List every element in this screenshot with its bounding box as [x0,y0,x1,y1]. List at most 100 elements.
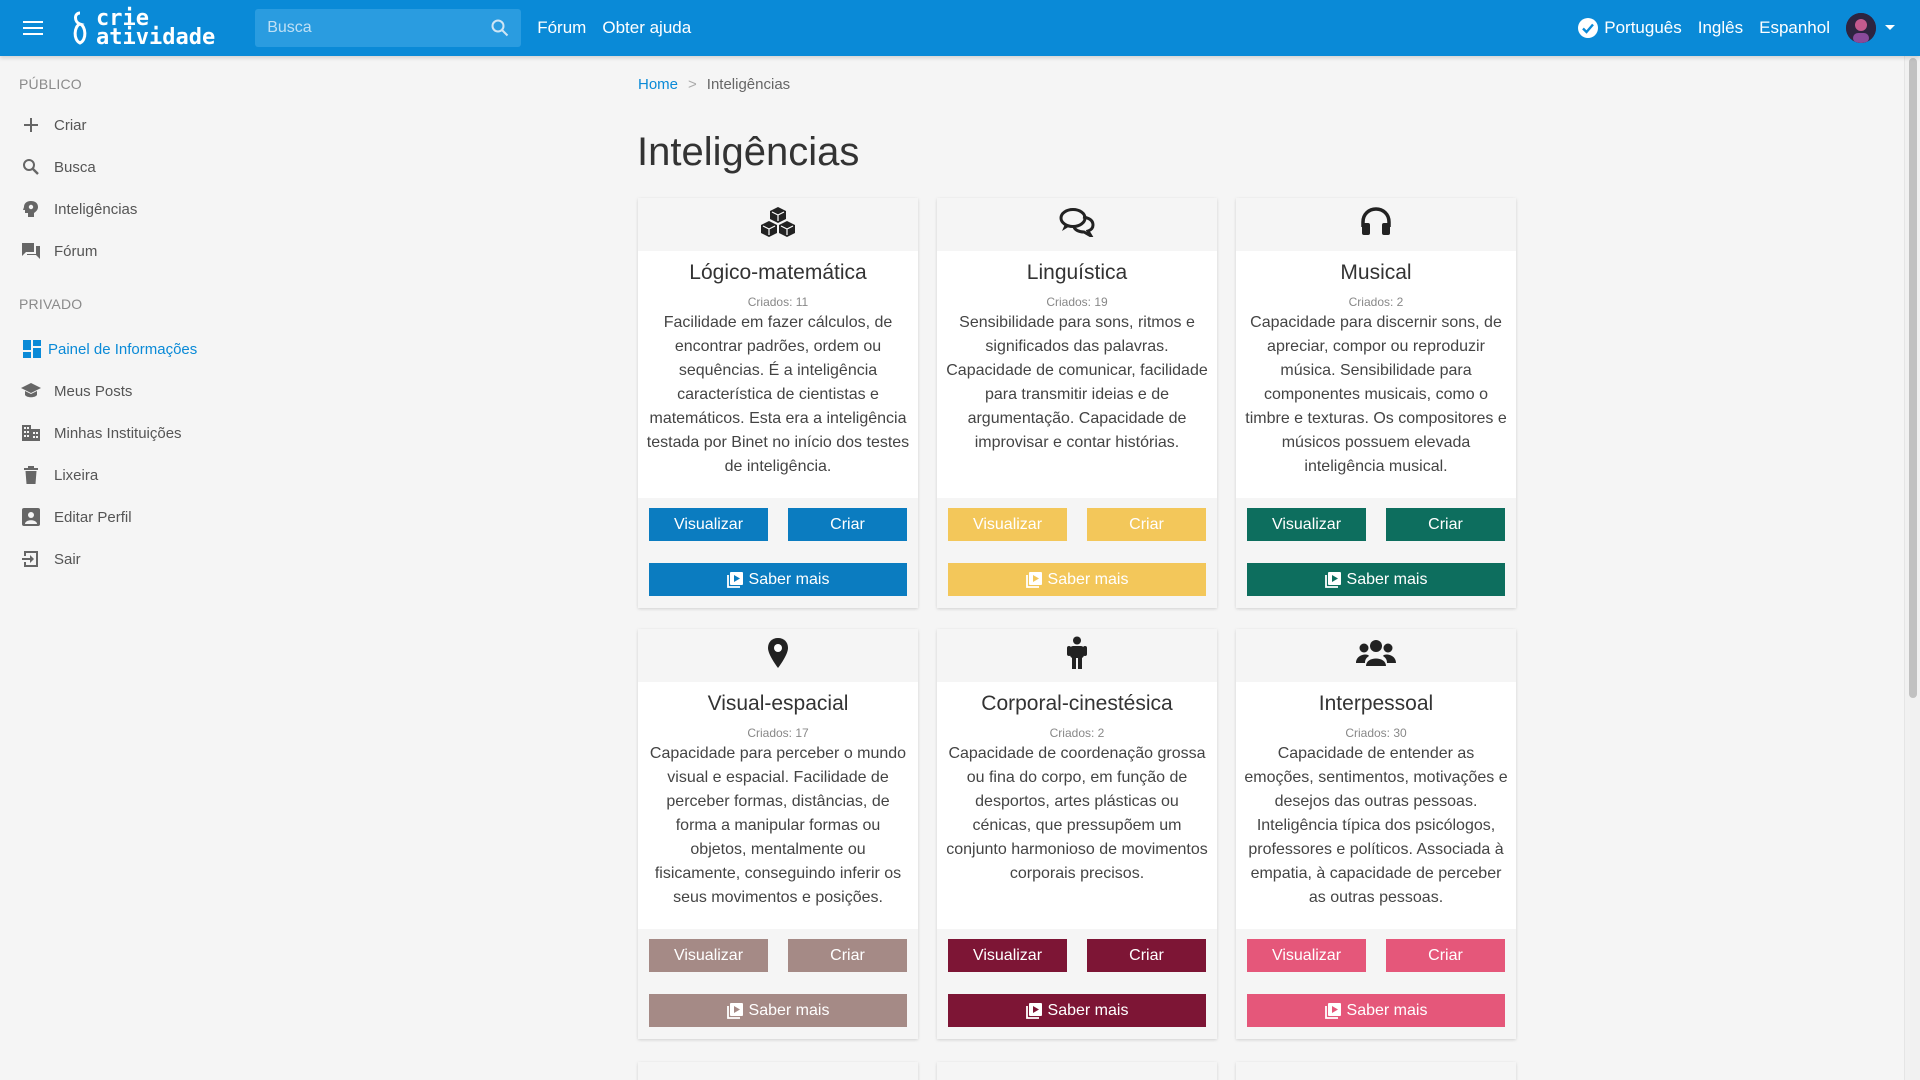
card-description: Facilidade em fazer cálculos, de encontr… [646,314,910,475]
card-partial [937,1062,1217,1080]
video-library-icon [1025,1002,1042,1019]
scrollbar-thumb[interactable] [1909,58,1917,698]
intelligence-card: Visual-espacial Criados: 17 Capacidade p… [638,629,918,1039]
learn-more-button[interactable]: Saber mais [948,563,1206,596]
card-partial [1236,1062,1516,1080]
create-button[interactable]: Criar [788,508,907,541]
card-footer: Visualizar Criar Saber mais [1236,929,1516,1039]
forum-icon [20,240,42,262]
create-button[interactable]: Criar [1087,939,1206,972]
page-title: Inteligências [637,130,860,174]
sidebar: PÚBLICO Criar Busca Inteligências Fórum … [0,56,270,580]
create-button[interactable]: Criar [788,939,907,972]
chevron-down-icon[interactable] [1884,24,1896,32]
card-header [937,629,1217,682]
top-app-bar: crie atividade Fórum Obter ajuda Portugu… [0,0,1920,56]
card-title: Interpessoal [1318,692,1434,715]
brain-icon [20,198,42,220]
search-input[interactable] [267,19,492,37]
card-description: Capacidade de coordenação grossa ou fina… [946,745,1208,882]
card-title: Linguística [1026,261,1128,284]
learn-more-button[interactable]: Saber mais [649,563,907,596]
learn-more-button[interactable]: Saber mais [649,994,907,1027]
learn-more-button[interactable]: Saber mais [1247,563,1505,596]
lang-label: Espanhol [1759,18,1830,37]
card-description: Capacidade para perceber o mundo visual … [649,745,907,906]
sidebar-item-editar-perfil[interactable]: Editar Perfil [0,496,270,538]
sidebar-item-label: Criar [54,116,87,134]
avatar[interactable] [1846,13,1876,43]
card-title: Musical [1340,261,1412,284]
sidebar-item-label: Inteligências [54,200,138,218]
learn-more-label: Saber mais [748,1001,830,1019]
sidebar-item-label: Editar Perfil [54,508,132,526]
sidebar-item-meus-posts[interactable]: Meus Posts [0,370,270,412]
view-button[interactable]: Visualizar [649,939,768,972]
sidebar-item-criar[interactable]: Criar [0,104,270,146]
card-count: Criados: 2 [1348,295,1404,309]
plus-icon [20,114,42,136]
scrollbar[interactable] [1904,56,1920,1080]
dashboard-icon [21,338,43,360]
intelligence-card: Interpessoal Criados: 30 Capacidade de e… [1236,629,1516,1039]
breadcrumb-current: Inteligências [706,76,791,93]
headphones-icon [1360,207,1392,242]
sidebar-item-lixeira[interactable]: Lixeira [0,454,270,496]
intelligence-grid: Lógico-matemática Criados: 11 Facilidade… [638,198,1518,1039]
view-button[interactable]: Visualizar [1247,508,1366,541]
card-count: Criados: 2 [1049,726,1105,740]
card-count: Criados: 30 [1345,726,1407,740]
card-partial [638,1062,918,1080]
intelligence-card: Lógico-matemática Criados: 11 Facilidade… [638,198,918,608]
view-button[interactable]: Visualizar [948,508,1067,541]
person-icon [1066,636,1088,675]
create-button[interactable]: Criar [1386,508,1505,541]
building-icon [20,422,42,444]
sidebar-item-inteligencias[interactable]: Inteligências [0,188,270,230]
learn-more-label: Saber mais [1346,1001,1428,1019]
card-footer: Visualizar Criar Saber mais [937,929,1217,1039]
card-header [1236,198,1516,251]
learn-more-button[interactable]: Saber mais [1247,994,1505,1027]
logo-mark-icon [73,11,87,45]
create-button[interactable]: Criar [1386,939,1505,972]
sidebar-item-label: Painel de Informações [48,340,198,358]
learn-more-button[interactable]: Saber mais [948,994,1206,1027]
users-icon [1356,638,1396,673]
view-button[interactable]: Visualizar [1247,939,1366,972]
card-description: Capacidade de entender as emoções, senti… [1244,745,1508,906]
video-library-icon [726,571,743,588]
lang-portuguese[interactable]: Português [1578,18,1682,38]
learn-more-label: Saber mais [1346,570,1428,588]
help-link[interactable]: Obter ajuda [602,18,691,38]
card-header [937,198,1217,251]
lang-spanish[interactable]: Espanhol [1759,18,1830,38]
search-icon [20,156,42,178]
logo-text: crie atividade [96,8,215,49]
logout-icon [20,548,42,570]
create-button[interactable]: Criar [1087,508,1206,541]
sidebar-item-instituicoes[interactable]: Minhas Instituições [0,412,270,454]
card-description: Capacidade para discernir sons, de aprec… [1245,314,1507,475]
profile-icon [20,506,42,528]
sidebar-item-forum[interactable]: Fórum [0,230,270,272]
view-button[interactable]: Visualizar [649,508,768,541]
forum-link[interactable]: Fórum [537,18,586,38]
video-library-icon [1324,571,1341,588]
cubes-icon [758,205,798,244]
breadcrumb-home[interactable]: Home [638,76,678,93]
logo[interactable]: crie atividade [70,8,215,49]
sidebar-item-label: Meus Posts [54,382,133,400]
card-title: Visual-espacial [707,692,849,715]
sidebar-item-busca[interactable]: Busca [0,146,270,188]
search-box [255,9,522,47]
view-button[interactable]: Visualizar [948,939,1067,972]
search-icon[interactable] [491,19,509,37]
card-description: Sensibilidade para sons, ritmos e signif… [946,314,1208,451]
lang-label: Português [1604,18,1682,37]
menu-icon[interactable] [16,11,50,45]
sidebar-item-sair[interactable]: Sair [0,538,270,580]
lang-english[interactable]: Inglês [1698,18,1743,38]
card-header [638,629,918,682]
sidebar-item-painel[interactable]: Painel de Informações [0,328,270,370]
